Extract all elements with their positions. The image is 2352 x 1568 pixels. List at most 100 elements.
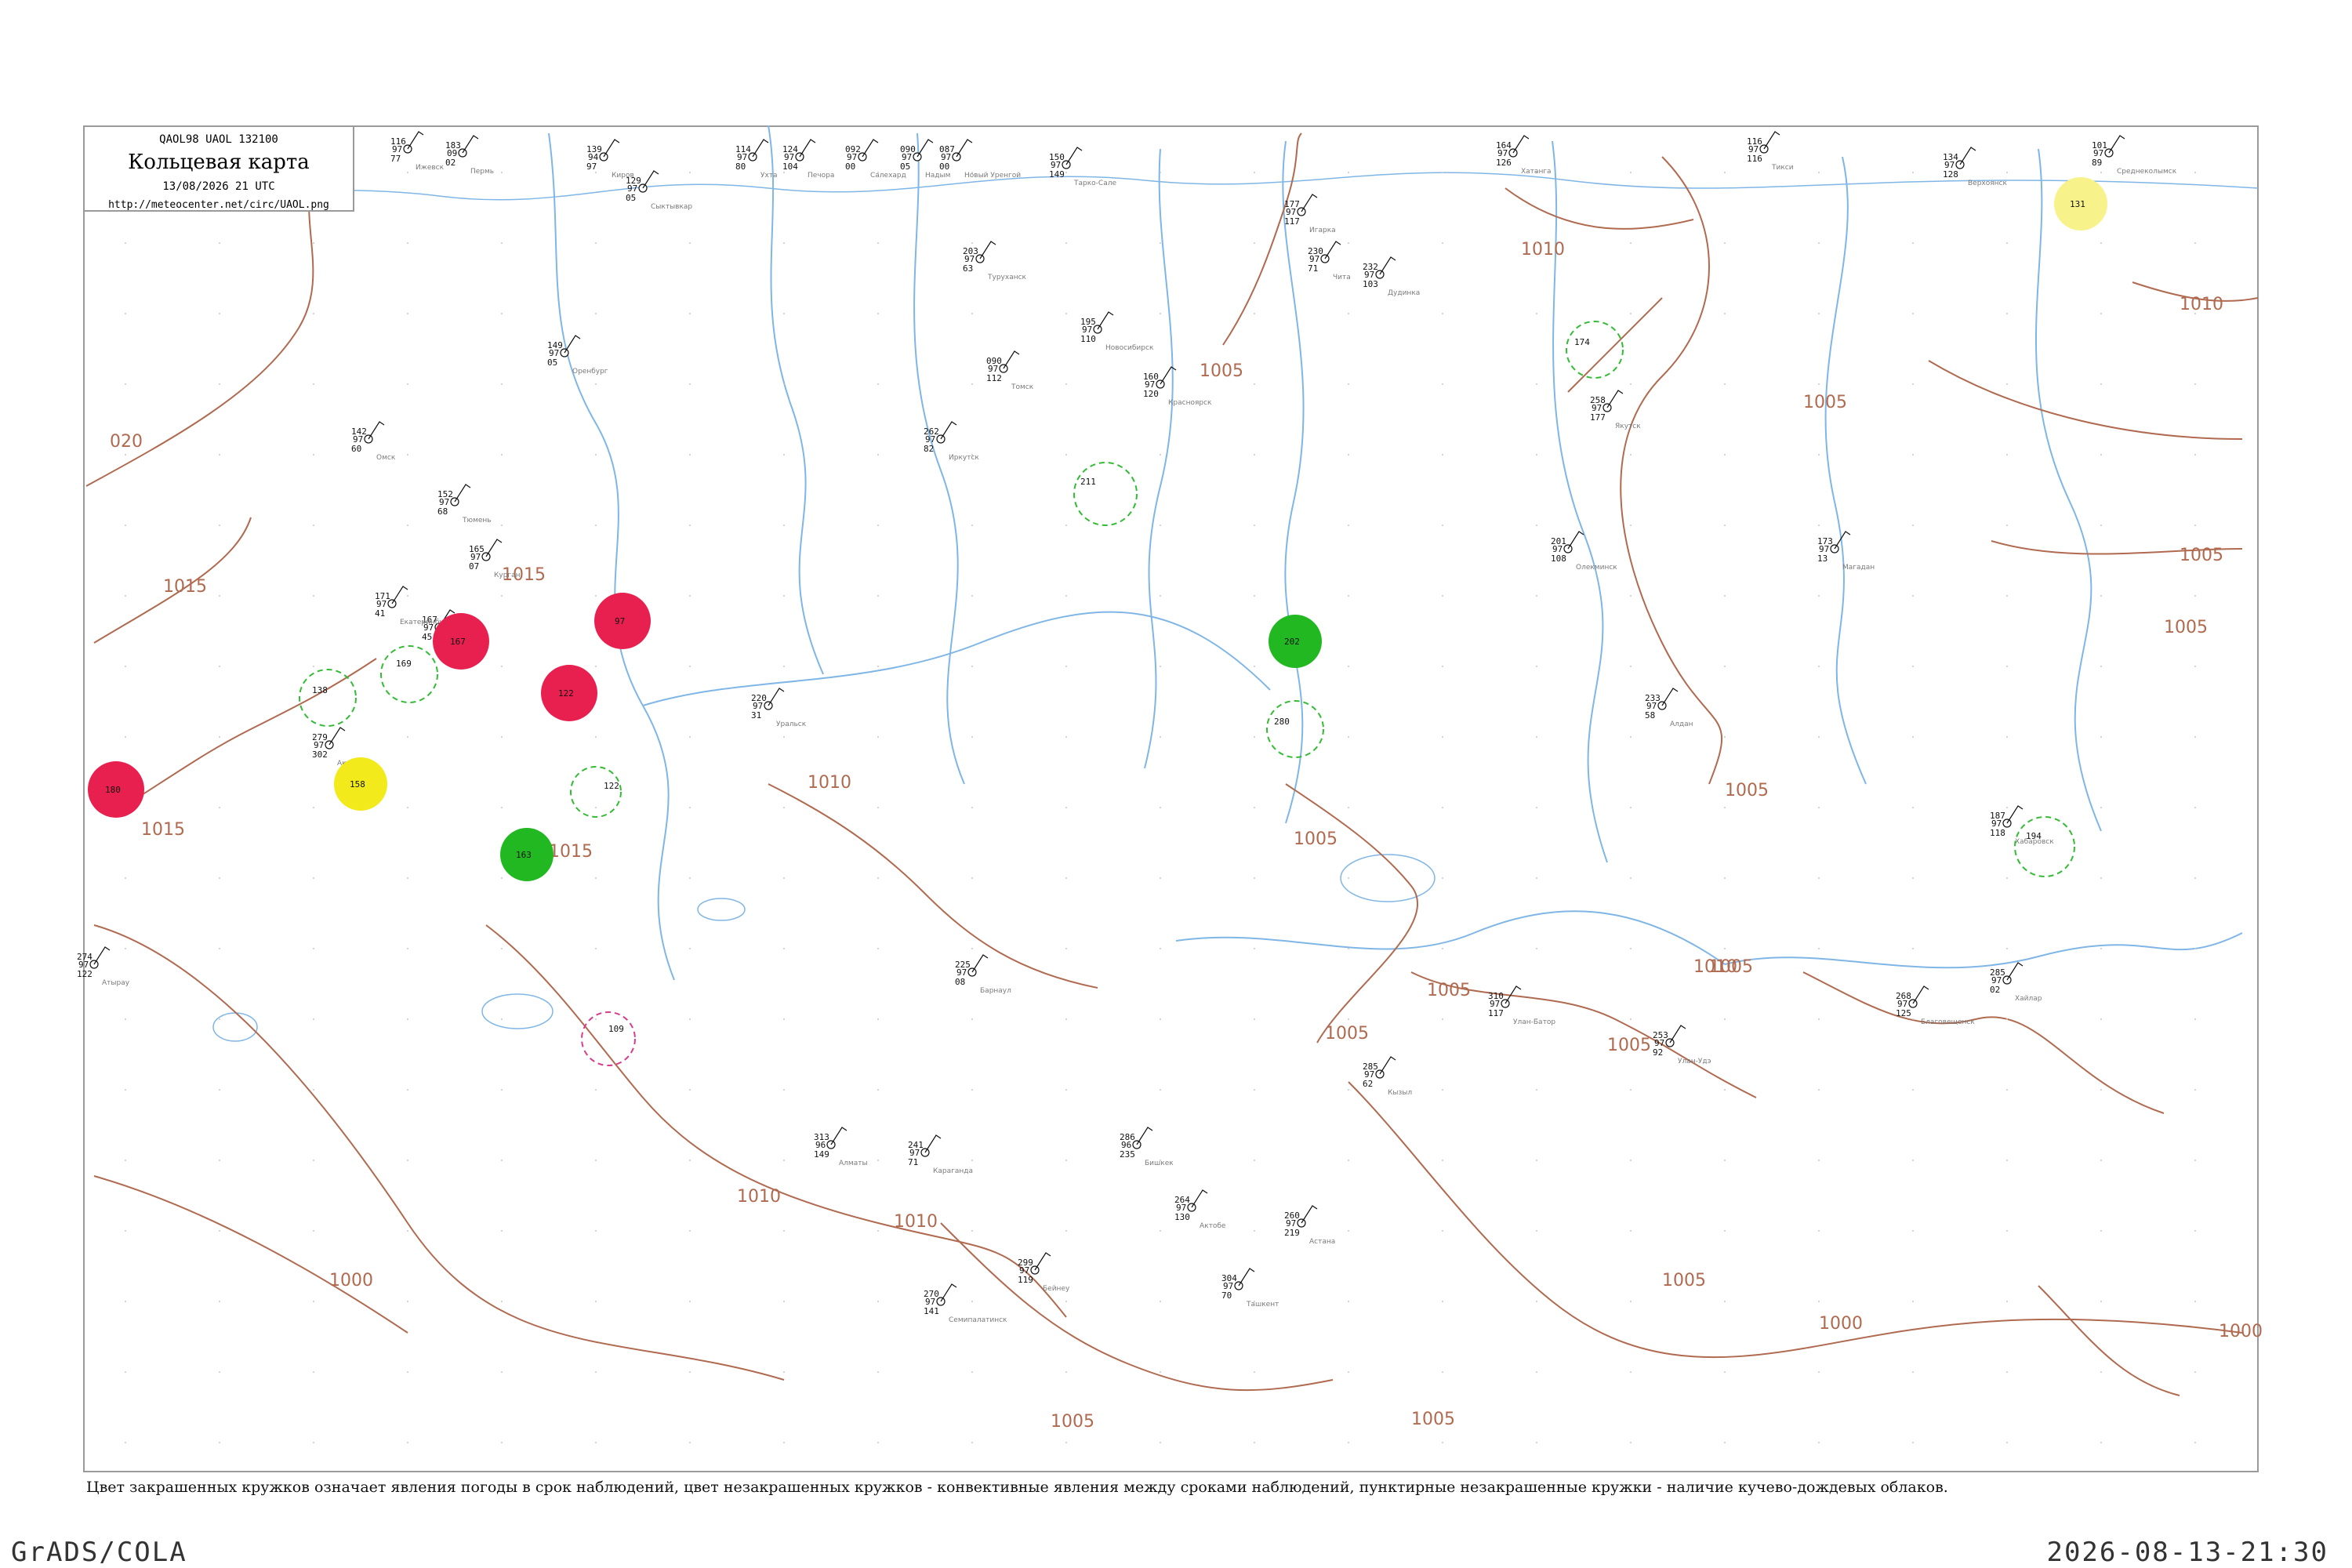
grid-dot <box>2100 1230 2102 1232</box>
station-plot[interactable]: 1299705Сыктывкар <box>626 170 692 211</box>
station-plot[interactable]: 2539792Улан-Удэ <box>1653 1025 1711 1065</box>
station-plot[interactable]: 0929700Салехард <box>845 139 906 180</box>
grid-dot <box>2100 666 2102 667</box>
cb-cloud-marker[interactable] <box>570 766 622 818</box>
grid-dot <box>783 242 785 244</box>
cb-cloud-marker[interactable] <box>581 1011 636 1066</box>
station-name: Пермь <box>470 168 494 176</box>
station-plot[interactable]: 1499705Оренбург <box>547 335 608 376</box>
grid-dot <box>877 666 879 667</box>
grid-dot <box>125 736 126 738</box>
grid-dot <box>971 877 973 879</box>
station-name: Новый Уренгой <box>964 172 1021 180</box>
station-name: Атырау <box>102 979 130 987</box>
station-plot[interactable]: 2259708Барнаул <box>955 954 1011 995</box>
station-plot[interactable]: 31396149Алматы <box>814 1127 868 1167</box>
station-plot[interactable]: 09097112Томск <box>986 350 1034 391</box>
grid-dot <box>2100 383 2102 385</box>
station-plot[interactable]: 19597110Новосибирск <box>1080 311 1154 352</box>
station-name: Хайлар <box>2015 995 2042 1003</box>
station-plot[interactable]: 12497104Печора <box>782 139 834 180</box>
grid-dot <box>595 1371 597 1373</box>
cb-cloud-marker[interactable] <box>380 645 438 703</box>
station-plot[interactable]: 2859762Кызыл <box>1363 1056 1412 1097</box>
station-plot[interactable]: 25897177Якутск <box>1590 390 1641 430</box>
cb-cloud-marker[interactable] <box>299 669 357 727</box>
grid-dot <box>125 1301 126 1302</box>
station-plot[interactable]: 16497126Хатанга <box>1496 135 1552 176</box>
station-plot[interactable]: 23297103Дудинка <box>1363 256 1420 297</box>
grid-dot <box>1065 948 1067 949</box>
grid-dot <box>1442 1301 1443 1302</box>
station-plot[interactable]: 11697116Тикси <box>1747 131 1794 172</box>
grid-dot <box>877 383 879 385</box>
grid-dot <box>313 1301 314 1302</box>
cb-cloud-marker[interactable] <box>1073 462 1138 526</box>
grid-dot <box>407 524 408 526</box>
station-plot[interactable]: 1659707Курган <box>469 539 521 579</box>
station-plot[interactable]: 2419771Караганда <box>908 1134 973 1175</box>
grid-dot <box>125 877 126 879</box>
weather-markers[interactable]: 167 97 122 180 202 163 158 131 138 169 1… <box>88 177 2107 1066</box>
station-plot[interactable]: 1429760Омск <box>351 421 396 462</box>
station-plot[interactable]: 1529768Тюмень <box>437 484 492 524</box>
cb-cloud-marker[interactable] <box>1566 321 1624 379</box>
grid-dot <box>501 1160 503 1161</box>
station-plot[interactable]: 1169777Ижевск <box>390 131 445 172</box>
grid-dot <box>1160 948 1161 949</box>
station-plot[interactable]: 26897125Благовещенск <box>1896 985 1975 1026</box>
station-plot[interactable]: 17797117Игарка <box>1284 194 1336 234</box>
grid-dot <box>595 736 597 738</box>
grid-dot <box>877 1018 879 1020</box>
marker-label: 122 <box>604 781 619 791</box>
weather-map[interactable]: 020 1015 1015 1015 1015 1010 1010 1010 1… <box>0 0 2352 1568</box>
station-plot[interactable]: 3049770Ташкент <box>1221 1268 1279 1308</box>
grid-dot <box>1724 877 1726 879</box>
cb-cloud-marker[interactable] <box>1266 700 1324 758</box>
grid-dot <box>1160 877 1161 879</box>
isobar-label: 1010 <box>1521 240 1565 260</box>
station-plot[interactable]: 2629782Иркутск <box>924 421 979 462</box>
station-plot[interactable]: 28696235Бишкек <box>1120 1127 1174 1167</box>
station-plot[interactable]: 2309771Чита <box>1308 241 1351 281</box>
grid-dot <box>2100 172 2102 173</box>
station-plot[interactable]: 1830902Пермь <box>445 135 494 176</box>
station-value: 108 <box>1551 554 1566 564</box>
station-name: Среднеколымск <box>2117 168 2177 176</box>
station-plot[interactable]: 2859702Хайлар <box>1990 962 2042 1003</box>
grid-dot <box>877 313 879 314</box>
stations-layer[interactable]: 1169777Ижевск1830902Пермь 1399497Киров129… <box>77 131 2177 1324</box>
station-plot[interactable]: 15097149Тарко-Сале <box>1049 147 1116 187</box>
grid-dot <box>1818 1442 1820 1443</box>
station-plot[interactable]: 18797118Хабаровск <box>1990 805 2054 846</box>
grid-dot <box>1912 1089 1914 1091</box>
source-url[interactable]: http://meteocenter.net/circ/UAOL.png <box>85 199 353 211</box>
station-plot[interactable]: 1399497Киров <box>586 139 634 180</box>
station-plot[interactable]: 31097117Улан-Батор <box>1488 985 1555 1026</box>
grid-dot <box>1442 1018 1443 1020</box>
grid-dot <box>1818 807 1820 808</box>
station-plot[interactable]: 27497122Атырау <box>77 946 130 987</box>
station-plot[interactable]: 2209731Уральск <box>751 688 807 728</box>
station-plot[interactable]: 2039763Туруханск <box>963 241 1027 281</box>
grid-dot <box>1536 666 1537 667</box>
station-plot[interactable]: 1719741Екатеринбург <box>375 586 452 626</box>
station-plot[interactable]: 2339758Алдан <box>1645 688 1693 728</box>
station-plot[interactable]: 0879700Новый Уренгой <box>939 139 1021 180</box>
station-value: 60 <box>351 444 361 454</box>
station-value: 110 <box>1080 334 1096 344</box>
cb-cloud-marker[interactable] <box>2014 816 2075 877</box>
grid-dot <box>219 595 220 597</box>
station-plot[interactable]: 1019789Среднеколымск <box>2092 135 2177 176</box>
station-plot[interactable]: 27097141Семипалатинск <box>924 1283 1007 1324</box>
station-plot[interactable]: 1739713Магадан <box>1817 531 1875 572</box>
grid-dot <box>1065 736 1067 738</box>
marker-label: 97 <box>615 616 625 626</box>
station-plot[interactable]: 26497130Актобе <box>1174 1189 1226 1230</box>
grid-dot <box>1724 666 1726 667</box>
station-plot[interactable]: 29997119Бейнеу <box>1018 1252 1070 1293</box>
grid-dot <box>1630 383 1632 385</box>
station-plot[interactable]: 26097219Астана <box>1284 1205 1335 1246</box>
station-plot[interactable]: 20197108Олекминск <box>1551 531 1617 572</box>
grid-dot <box>125 595 126 597</box>
